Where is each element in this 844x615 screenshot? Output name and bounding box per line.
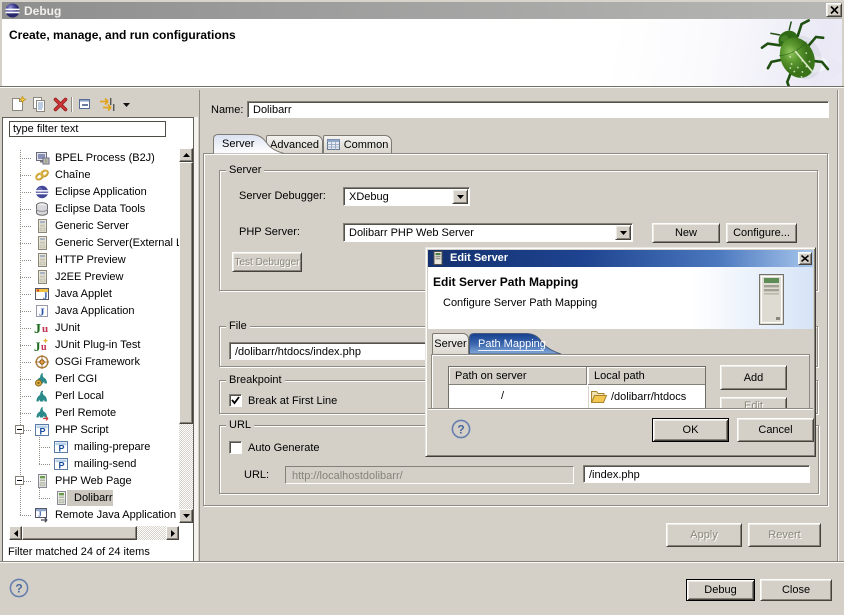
svg-text:J: J — [34, 322, 41, 336]
svg-text:u: u — [42, 323, 48, 335]
svg-text:P: P — [59, 444, 65, 454]
svg-text:J: J — [39, 307, 45, 319]
svg-text:J: J — [38, 511, 42, 519]
svg-text:u: u — [41, 342, 47, 353]
svg-text:?: ? — [457, 423, 464, 437]
svg-text:P: P — [40, 427, 46, 437]
svg-text:P: P — [59, 461, 65, 471]
svg-text:?: ? — [15, 582, 22, 596]
svg-text:J: J — [34, 339, 41, 353]
svg-text:J: J — [43, 291, 48, 301]
